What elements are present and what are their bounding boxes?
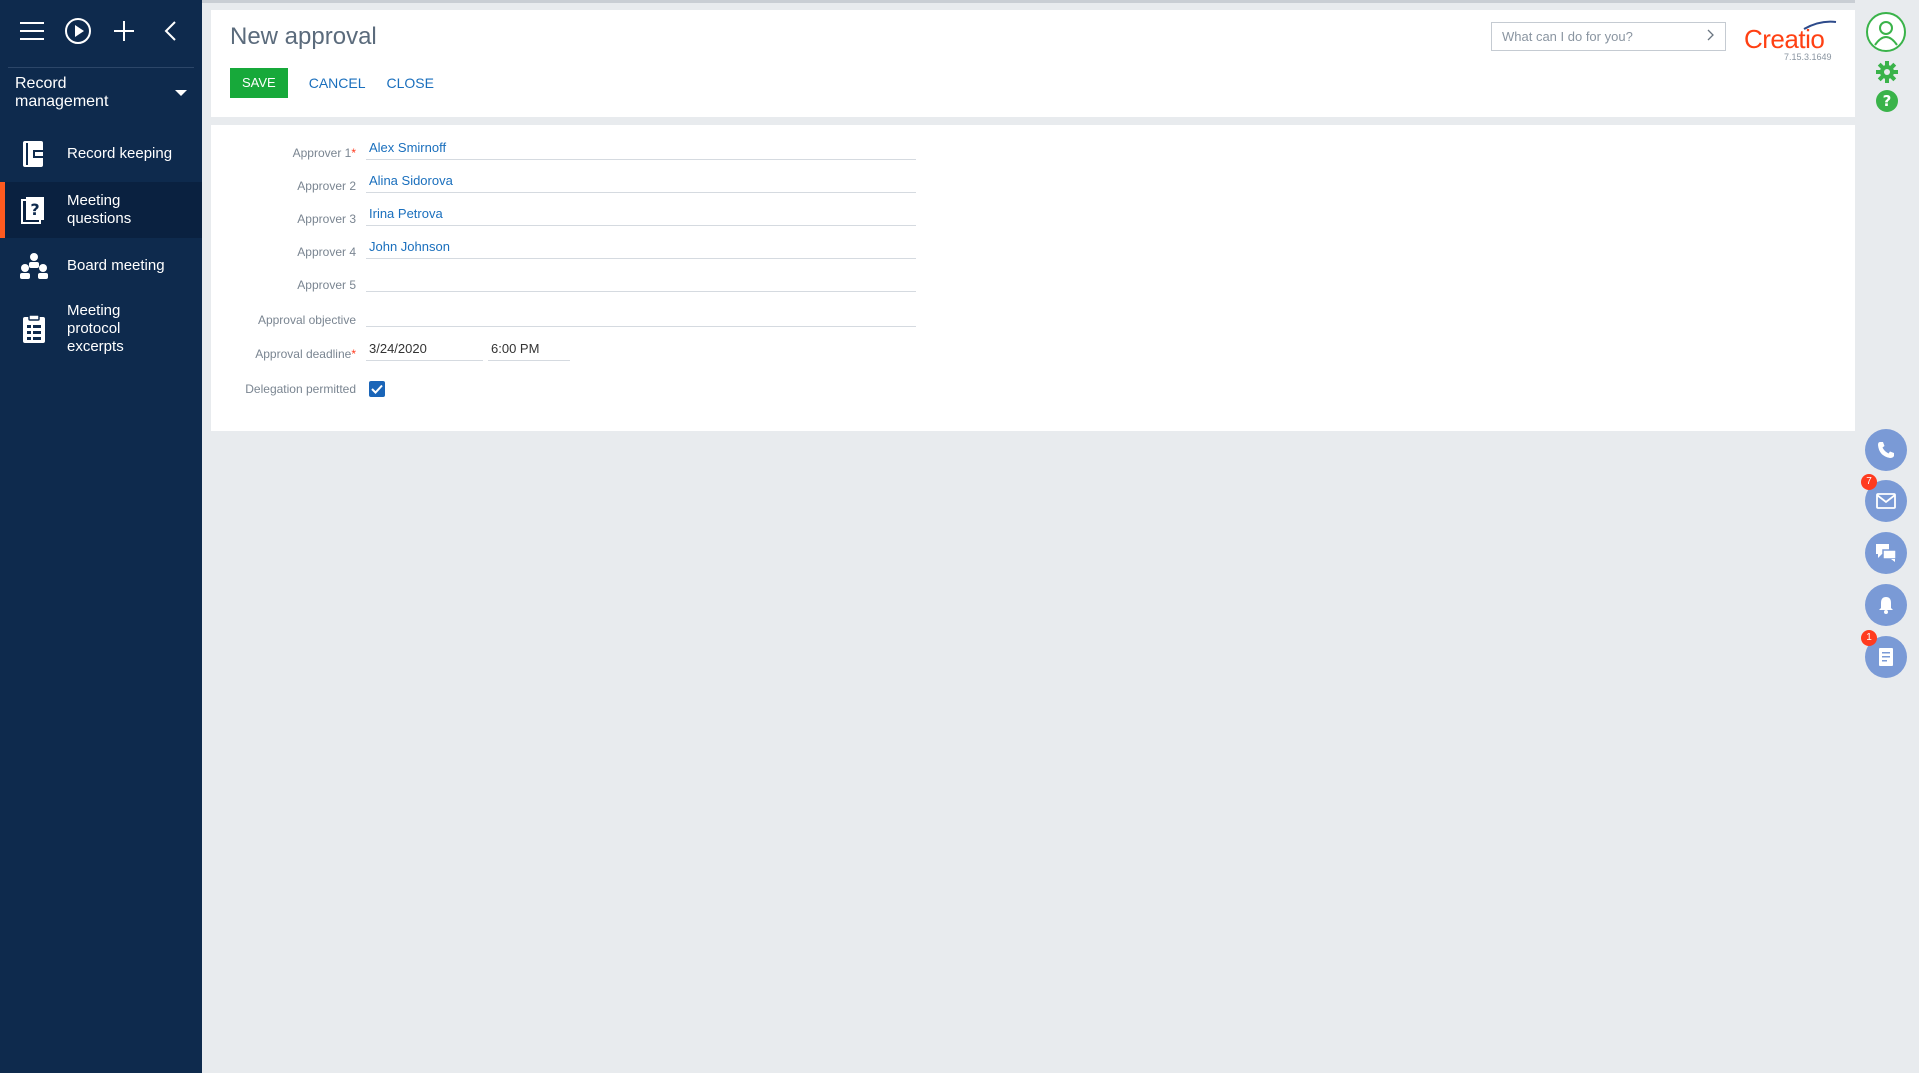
svg-text:?: ? <box>30 200 39 219</box>
field-label: Approver 4 <box>297 245 356 259</box>
svg-text:?: ? <box>1883 92 1892 110</box>
command-line-placeholder: What can I do for you? <box>1502 29 1633 44</box>
approval-objective-field[interactable] <box>366 302 916 327</box>
field-label: Approval deadline* <box>255 347 356 361</box>
email-button[interactable]: 7 <box>1861 474 1907 522</box>
action-buttons: SAVE CANCEL CLOSE <box>230 68 434 98</box>
approver-4-field[interactable]: John Johnson <box>366 234 916 259</box>
sidebar-item-board-meeting[interactable]: Board meeting <box>0 238 202 294</box>
approver-3-field[interactable]: Irina Petrova <box>366 201 916 226</box>
page-header: New approval SAVE CANCEL CLOSE What can … <box>211 10 1855 117</box>
collapse-sidebar-button[interactable] <box>156 17 184 51</box>
caret-down-icon <box>175 90 187 96</box>
menu-button[interactable] <box>18 17 46 51</box>
creatio-logo: Creatio <box>1744 20 1837 55</box>
field-approver-2: Approver 2 Alina Sidorova <box>211 168 916 193</box>
close-button[interactable]: CLOSE <box>387 75 434 91</box>
sidebar-item-label: Meeting questions <box>67 192 132 227</box>
notifications-button[interactable] <box>1865 584 1907 626</box>
workspace-label: Record management <box>15 75 109 110</box>
sidebar-item-record-keeping[interactable]: Record keeping <box>0 126 202 182</box>
section-nav: Record keeping ? Meeting questions Board… <box>0 126 202 364</box>
sidebar-item-meeting-questions[interactable]: ? Meeting questions <box>0 182 202 238</box>
field-label: Approver 5 <box>297 278 356 292</box>
version-label: 7.15.3.1649 <box>1784 52 1832 62</box>
play-circle-icon <box>64 17 92 50</box>
field-approver-5: Approver 5 <box>211 267 916 292</box>
tasks-count-badge: 1 <box>1861 630 1877 646</box>
approver-2-field[interactable]: Alina Sidorova <box>366 168 916 193</box>
field-approval-deadline: Approval deadline* 3/24/2020 6:00 PM <box>211 336 570 361</box>
logo-swoosh-icon <box>1803 20 1837 30</box>
sidebar-toolbar <box>8 0 194 68</box>
add-button[interactable] <box>110 17 138 51</box>
command-line-input[interactable]: What can I do for you? <box>1491 22 1726 51</box>
hamburger-icon <box>20 21 44 46</box>
field-label: Delegation permitted <box>245 382 356 396</box>
chat-button[interactable] <box>1865 532 1907 574</box>
mail-icon <box>1876 493 1896 509</box>
field-label: Approver 3 <box>297 212 356 226</box>
record-keeping-icon <box>18 138 50 170</box>
phone-button[interactable] <box>1865 429 1907 471</box>
workspace-selector[interactable]: Record management <box>0 68 202 118</box>
sidebar-item-protocol-excerpts[interactable]: Meeting protocol excerpts <box>0 294 202 364</box>
cancel-button[interactable]: CANCEL <box>309 75 366 91</box>
approval-form: Approver 1* Alex Smirnoff Approver 2 Ali… <box>211 125 1855 431</box>
task-list-icon <box>1879 648 1893 666</box>
delegation-checkbox[interactable] <box>369 381 385 397</box>
user-icon <box>1874 21 1898 46</box>
approver-5-field[interactable] <box>366 267 916 292</box>
deadline-date-field[interactable]: 3/24/2020 <box>366 336 483 361</box>
field-approval-objective: Approval objective <box>211 302 916 327</box>
sidebar-item-label: Meeting protocol excerpts <box>67 302 124 355</box>
sidebar-item-label: Board meeting <box>67 257 165 274</box>
field-label: Approval objective <box>257 313 356 327</box>
left-sidebar: Record management Record keeping ? Meeti… <box>0 0 202 1073</box>
top-border <box>202 0 1919 3</box>
email-count-badge: 7 <box>1861 474 1877 490</box>
chevron-left-icon <box>163 20 177 47</box>
phone-icon <box>1878 442 1894 458</box>
approver-1-field[interactable]: Alex Smirnoff <box>366 135 916 160</box>
tasks-button[interactable]: 1 <box>1861 630 1907 678</box>
field-approver-1: Approver 1* Alex Smirnoff <box>211 135 916 160</box>
board-meeting-icon <box>18 250 50 282</box>
protocol-excerpts-icon <box>18 313 50 345</box>
profile-avatar[interactable] <box>1866 12 1906 52</box>
save-button[interactable]: SAVE <box>230 68 288 98</box>
chat-icon <box>1876 544 1897 562</box>
field-delegation: Delegation permitted <box>211 381 385 397</box>
meeting-questions-icon: ? <box>18 194 50 226</box>
deadline-time-field[interactable]: 6:00 PM <box>488 336 570 361</box>
plus-icon <box>113 20 135 47</box>
field-label: Approver 2 <box>297 179 356 193</box>
help-icon[interactable]: ? <box>1875 89 1899 113</box>
chevron-right-icon[interactable] <box>1707 29 1715 44</box>
checkmark-icon <box>371 384 383 394</box>
gear-icon[interactable] <box>1875 60 1899 84</box>
field-label: Approver 1* <box>292 146 356 160</box>
sidebar-item-label: Record keeping <box>67 145 173 162</box>
field-approver-3: Approver 3 Irina Petrova <box>211 201 916 226</box>
page-title: New approval <box>230 23 377 50</box>
field-approver-4: Approver 4 John Johnson <box>211 234 916 259</box>
bell-icon <box>1879 597 1893 614</box>
run-process-button[interactable] <box>64 17 92 51</box>
right-panel: ? 7 1 <box>1855 0 1919 1073</box>
